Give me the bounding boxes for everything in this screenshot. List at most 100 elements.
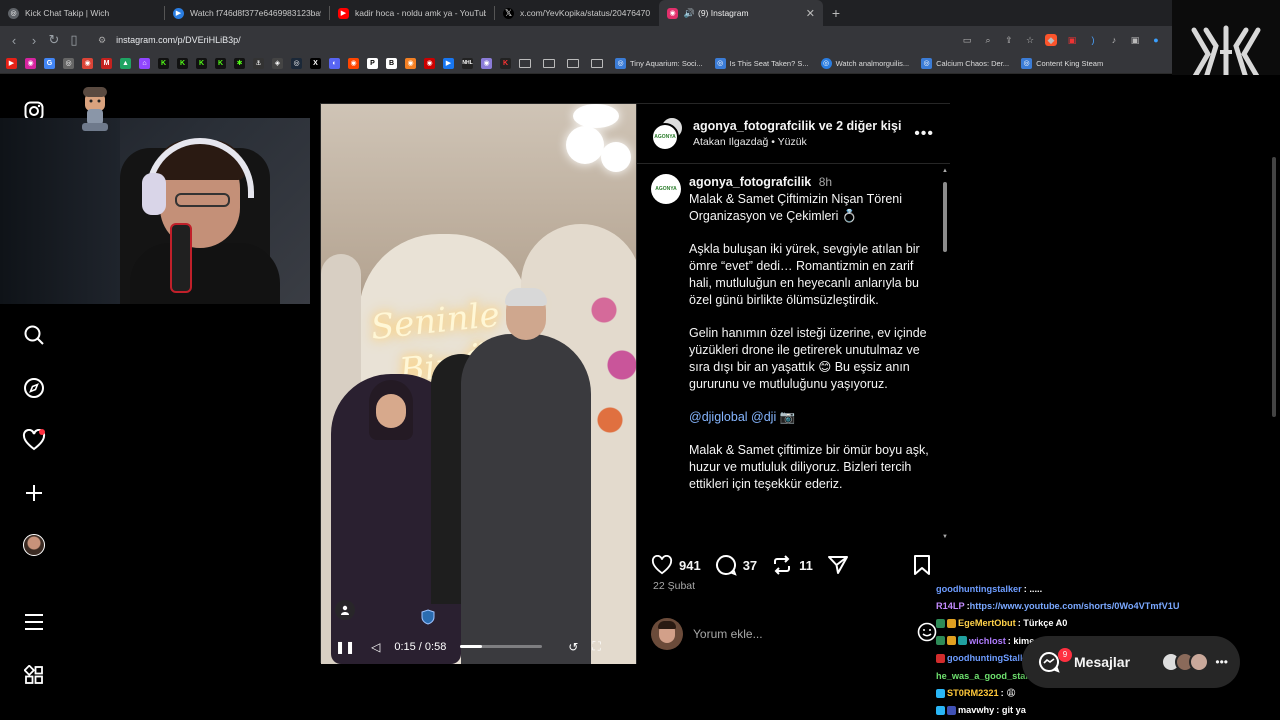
reload-button[interactable]: ↻ — [44, 32, 64, 48]
extension-icon[interactable]: ▣ — [1066, 34, 1078, 46]
folder-icon[interactable] — [543, 59, 555, 68]
collab-avatars[interactable]: AGONYA — [651, 116, 685, 151]
fullscreen-icon[interactable]: ⛶ — [592, 639, 600, 654]
chat-username[interactable]: wichlost — [969, 636, 1006, 646]
caption-username[interactable]: agonya_fotografcilik — [689, 175, 811, 189]
caption-scrollbar[interactable]: ▲ ▼ — [942, 168, 948, 540]
tool-bookmark-icon[interactable]: ✱ — [234, 58, 245, 69]
apps-icon[interactable] — [22, 663, 46, 687]
star-icon[interactable]: ☆ — [1024, 34, 1036, 46]
share-button[interactable] — [827, 555, 855, 575]
kick-dark-bookmark-icon[interactable]: K — [500, 58, 511, 69]
chat-link[interactable]: https://www.youtube.com/shorts/0Wo4VTmfV… — [970, 601, 1180, 611]
save-button[interactable] — [913, 555, 937, 575]
blue-bookmark-icon[interactable]: ▶ — [443, 58, 454, 69]
search-icon[interactable] — [22, 323, 46, 347]
bookmark-calcium-chaos[interactable]: ◎ Calcium Chaos: Der... — [921, 58, 1009, 69]
steam-bookmark-icon[interactable]: ◎ — [291, 58, 302, 69]
x-bookmark-icon[interactable]: X — [310, 58, 321, 69]
kick-bookmark-icon[interactable]: K — [215, 58, 226, 69]
kick-bookmark-icon[interactable]: K — [158, 58, 169, 69]
p-bookmark-icon[interactable]: P — [367, 58, 378, 69]
reddit-bookmark-icon[interactable]: ◉ — [348, 58, 359, 69]
tagged-users-icon[interactable] — [335, 600, 355, 620]
google-bookmark-icon[interactable]: G — [44, 58, 55, 69]
replay-icon[interactable]: ↺ — [568, 640, 578, 654]
game-bookmark-icon[interactable]: ◈ — [272, 58, 283, 69]
post-subtitle[interactable]: Atakan Ilgazdağ • Yüzük — [693, 136, 901, 148]
brave-shield-icon[interactable]: ◆ — [1045, 34, 1057, 46]
audio-icon[interactable]: ) — [1087, 34, 1099, 46]
more-options-icon[interactable]: ••• — [914, 125, 934, 143]
more-icon[interactable]: ••• — [1215, 655, 1228, 669]
discord-bookmark-icon[interactable]: ◐ — [329, 58, 340, 69]
speaker-icon[interactable]: 🔊 — [684, 8, 695, 19]
folder-icon[interactable] — [591, 59, 603, 68]
kick-bookmark-icon[interactable]: K — [177, 58, 188, 69]
zoom-icon[interactable]: ⌕ — [982, 34, 994, 46]
nhl-bookmark-icon[interactable]: NHL — [462, 58, 473, 69]
messages-bar[interactable]: 9 Mesajlar ••• — [1022, 636, 1240, 688]
bookmark-watch[interactable]: ◎ Watch analmorguilis... — [820, 58, 909, 69]
vpn-icon[interactable]: ● — [1150, 34, 1162, 46]
tab-kick-chat[interactable]: ◎ Kick Chat Takip | Wich — [0, 0, 164, 26]
music-icon[interactable]: ♪ — [1108, 34, 1120, 46]
folder-icon[interactable] — [567, 59, 579, 68]
profile-avatar[interactable] — [22, 533, 46, 557]
anchor-bookmark-icon[interactable]: ⚓ — [253, 58, 264, 69]
chat-username[interactable]: goodhuntingstalker — [936, 584, 1022, 594]
tab-watch[interactable]: ▶ Watch f746d8f377e6469983123ba95 — [165, 0, 329, 26]
share-icon[interactable]: ⇪ — [1003, 34, 1015, 46]
caption-avatar[interactable]: AGONYA — [651, 174, 681, 204]
chat-username[interactable]: R14LP — [936, 601, 965, 611]
collab-others[interactable]: ve 2 diğer kişi — [819, 119, 902, 133]
kick-bookmark-icon[interactable]: K — [196, 58, 207, 69]
purple-bookmark-icon[interactable]: ◉ — [481, 58, 492, 69]
gmail-bookmark-icon[interactable]: M — [101, 58, 112, 69]
back-button[interactable]: ‹ — [4, 33, 24, 48]
create-plus-icon[interactable] — [22, 481, 46, 505]
close-tab-icon[interactable]: ✕ — [806, 7, 815, 20]
volume-icon[interactable]: ◁ — [371, 640, 380, 654]
scroll-thumb[interactable] — [943, 182, 947, 252]
caption-mentions[interactable]: @djiglobal @dji 📷 — [689, 409, 933, 426]
site-info-icon[interactable]: ⚙ — [98, 35, 106, 46]
youtube-bookmark-icon[interactable]: ▶ — [6, 58, 17, 69]
chat-username[interactable]: ST0RM2321 — [947, 688, 999, 698]
screenshot-icon[interactable]: ▣ — [1129, 34, 1141, 46]
notifications-heart-icon[interactable] — [22, 428, 46, 452]
bookmark-icon[interactable]: ▯ — [64, 32, 84, 48]
orange-bookmark-icon[interactable]: ◉ — [405, 58, 416, 69]
pause-icon[interactable]: ❚❚ — [335, 640, 355, 654]
tab-youtube[interactable]: ▶ kadir hoca - noldu amk ya - YouTube — [330, 0, 494, 26]
bookmark-tiny-aquarium[interactable]: ◎ Tiny Aquarium: Soci... — [615, 58, 703, 69]
author-username[interactable]: agonya_fotografcilik — [693, 119, 815, 133]
comment-input[interactable]: Yorum ekle... — [693, 627, 917, 641]
explore-icon[interactable] — [22, 376, 46, 400]
post-author[interactable]: agonya_fotografcilik ve 2 diğer kişi — [693, 119, 901, 133]
post-video[interactable]: Seninle ♡ Bir Ö ❚❚ ◁ 0:15 / 0:58 — [321, 104, 636, 664]
chat-username[interactable]: mavwhy — [958, 705, 994, 715]
comment-button[interactable]: 37 — [715, 554, 757, 576]
cast-icon[interactable]: ▭ — [961, 34, 973, 46]
forward-button[interactable]: › — [24, 33, 44, 48]
drive-bookmark-icon[interactable]: ▲ — [120, 58, 131, 69]
page-scrollbar[interactable] — [1272, 157, 1276, 417]
chat-username[interactable]: goodhuntingStalker — [947, 653, 1034, 663]
scroll-up-icon[interactable]: ▲ — [942, 168, 948, 174]
globe-bookmark-icon[interactable]: ◎ — [63, 58, 74, 69]
url-field[interactable]: ⚙ instagram.com/p/DVEriHLiB3p/ — [92, 30, 952, 50]
video-progress[interactable] — [460, 645, 543, 648]
repost-button[interactable]: 11 — [771, 555, 813, 575]
bookmark-seat-taken[interactable]: ◎ Is This Seat Taken? S... — [714, 58, 809, 69]
chat-username[interactable]: EgeMertObut — [958, 618, 1016, 628]
b-bookmark-icon[interactable]: B — [386, 58, 397, 69]
tab-x[interactable]: 𝕏 x.com/YevKopika/status/20476470 — [495, 0, 659, 26]
scroll-down-icon[interactable]: ▼ — [942, 534, 948, 540]
twitch-bookmark-icon[interactable]: ⌂ — [139, 58, 150, 69]
like-button[interactable]: 941 — [651, 555, 701, 575]
red-bookmark-icon[interactable]: ◉ — [424, 58, 435, 69]
menu-icon[interactable] — [22, 610, 46, 634]
new-tab-button[interactable]: + — [823, 5, 849, 21]
folder-icon[interactable] — [519, 59, 531, 68]
